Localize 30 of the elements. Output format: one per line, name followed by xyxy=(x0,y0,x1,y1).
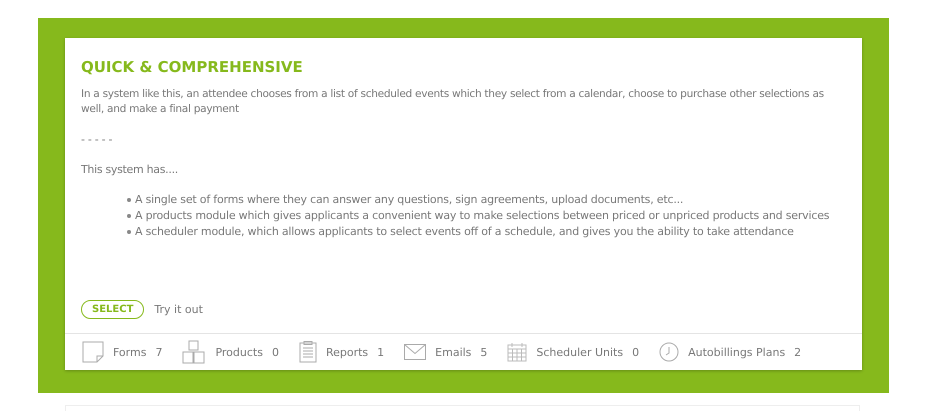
intro-text: This system has.... xyxy=(81,162,179,177)
boxes-icon xyxy=(182,340,206,364)
bullet-dot xyxy=(127,198,131,202)
calendar-icon xyxy=(507,342,528,362)
stat-count: 1 xyxy=(377,346,384,358)
stat-label: Emails xyxy=(435,346,472,358)
stat-label: Reports xyxy=(326,346,368,358)
bullet-dot xyxy=(127,230,131,234)
envelope-icon xyxy=(404,344,426,360)
stat-count: 2 xyxy=(794,346,802,358)
clipboard-icon xyxy=(298,341,317,363)
clock-icon xyxy=(659,342,680,362)
stat-label: Forms xyxy=(113,346,146,358)
card-title: QUICK & COMPREHENSIVE xyxy=(81,58,304,76)
bullet-dot xyxy=(127,214,131,218)
try-it-link[interactable]: Try it out xyxy=(154,303,203,316)
feature-item: A products module which gives applicants a convenient way to make selections between priced or unpriced products and services xyxy=(135,208,830,224)
description: In a system like this, an attendee chooses from a list of scheduled events which they select from a calendar, choose to purchase other selections as well, and make a final payment xyxy=(81,87,825,117)
feature-item: A single set of forms where they can answer any questions, sign agreements, upload documents, etc... xyxy=(135,192,684,208)
separator-text: - - - - - xyxy=(81,132,114,147)
select-button[interactable]: SELECT xyxy=(81,300,144,319)
feature-item: A scheduler module, which allows applicants to select events off of a schedule, and gives you the ability to take attendance xyxy=(135,224,794,240)
stat-count: 5 xyxy=(480,346,488,358)
stat-count: 0 xyxy=(632,346,640,358)
stat-label: Products xyxy=(215,346,263,358)
stat-label: Scheduler Units xyxy=(536,346,624,358)
stat-label: Autobillings Plans xyxy=(688,346,786,358)
page-icon xyxy=(82,341,104,363)
stat-count: 7 xyxy=(155,346,162,358)
stat-count: 0 xyxy=(272,346,279,358)
